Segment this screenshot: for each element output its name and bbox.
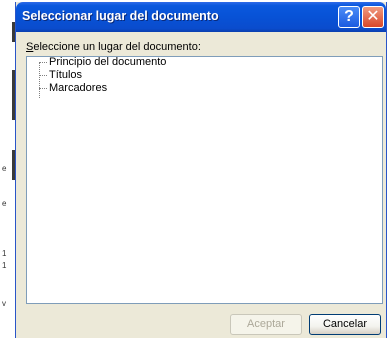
background-char: e bbox=[2, 164, 7, 173]
background-char: 1 bbox=[2, 261, 7, 270]
background-document: e e 1 1 v bbox=[0, 0, 16, 338]
help-icon: ? bbox=[344, 8, 354, 25]
tree-item-bookmarks[interactable]: Marcadores bbox=[49, 82, 107, 94]
background-char: 1 bbox=[2, 249, 7, 258]
close-icon: ✕ bbox=[366, 8, 380, 25]
select-document-location-dialog: Seleccionar lugar del documento ? ✕ Sele… bbox=[15, 2, 387, 338]
tree-connector bbox=[39, 88, 47, 89]
cancel-button[interactable]: Cancelar bbox=[309, 314, 381, 335]
dialog-title: Seleccionar lugar del documento bbox=[22, 9, 219, 23]
tree-item-document-start[interactable]: Principio del documento bbox=[49, 56, 166, 68]
close-button[interactable]: ✕ bbox=[362, 6, 384, 28]
location-prompt-label: Seleccione un lugar del documento: bbox=[26, 41, 201, 53]
accept-button[interactable]: Aceptar bbox=[230, 314, 302, 335]
tree-connector bbox=[39, 75, 47, 76]
tree-connector bbox=[39, 62, 40, 98]
title-bar[interactable]: Seleccionar lugar del documento ? ✕ bbox=[16, 2, 386, 32]
background-char: v bbox=[2, 299, 6, 308]
tree-connector bbox=[39, 62, 47, 63]
prompt-text: eleccione un lugar del documento: bbox=[33, 41, 201, 53]
background-char: e bbox=[2, 199, 7, 208]
tree-item-headings[interactable]: Títulos bbox=[49, 69, 82, 81]
location-tree[interactable]: Principio del documento Títulos Marcador… bbox=[26, 56, 383, 304]
help-button[interactable]: ? bbox=[338, 6, 360, 28]
